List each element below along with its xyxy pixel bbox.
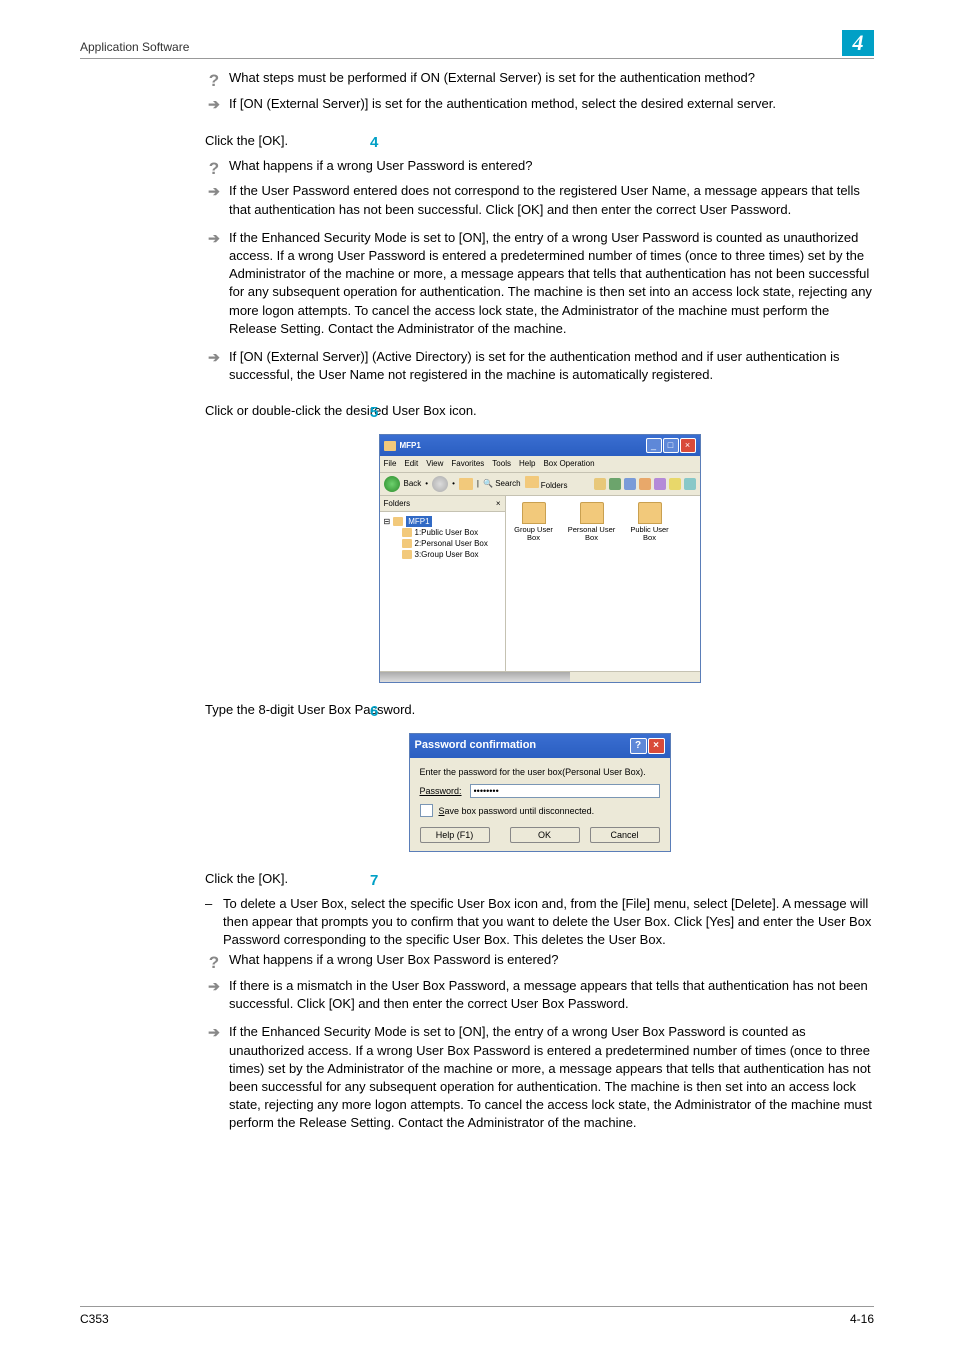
userbox-item[interactable]: Personal User Box: [568, 502, 616, 543]
password-input[interactable]: [470, 784, 660, 798]
back-button[interactable]: [384, 476, 400, 492]
step-number: 6: [370, 701, 378, 722]
userbox-icon: [522, 502, 546, 524]
question-icon: ?: [205, 951, 223, 975]
toolbar-icon[interactable]: [684, 478, 696, 490]
menu-file[interactable]: File: [384, 458, 397, 469]
dialog-titlebar[interactable]: Password confirmation ? ×: [410, 734, 670, 758]
help-button[interactable]: ?: [630, 738, 647, 754]
close-button[interactable]: ×: [680, 438, 696, 453]
close-button[interactable]: ×: [648, 738, 665, 754]
explorer-titlebar[interactable]: MFP1 _ □ ×: [380, 435, 700, 456]
cancel-button[interactable]: Cancel: [590, 827, 660, 843]
password-dialog: Password confirmation ? × Enter the pass…: [409, 733, 671, 853]
tree-root[interactable]: ⊟ MFP1: [384, 516, 501, 527]
menu-edit[interactable]: Edit: [404, 458, 418, 469]
userbox-label: Group User Box: [510, 526, 558, 543]
footer-left: C353: [80, 1311, 109, 1328]
dash-icon: –: [205, 895, 217, 913]
menu-box-operation[interactable]: Box Operation: [543, 458, 594, 469]
answer-text: If [ON (External Server)] is set for the…: [229, 95, 874, 113]
chapter-badge: 4: [842, 30, 874, 56]
answer-text: If the User Password entered does not co…: [229, 182, 874, 218]
folders-pane-close[interactable]: ×: [496, 498, 501, 509]
arrow-icon: ➔: [205, 348, 223, 368]
dialog-title: Password confirmation: [415, 738, 537, 753]
tree-item[interactable]: 3:Group User Box: [402, 549, 501, 560]
answer-text: If there is a mismatch in the User Box P…: [229, 977, 874, 1013]
userbox-icon: [580, 502, 604, 524]
menu-view[interactable]: View: [426, 458, 443, 469]
step-number: 4: [370, 132, 378, 153]
answer-text: If the Enhanced Security Mode is set to …: [229, 229, 874, 338]
toolbar-icon[interactable]: [669, 478, 681, 490]
toolbar-icon[interactable]: [594, 478, 606, 490]
answer-text: If [ON (External Server)] (Active Direct…: [229, 348, 874, 384]
toolbar-icon[interactable]: [654, 478, 666, 490]
menu-help[interactable]: Help: [519, 458, 535, 469]
userbox-label: Public User Box: [626, 526, 674, 543]
save-password-checkbox[interactable]: [420, 804, 433, 817]
maximize-button[interactable]: □: [663, 438, 679, 453]
explorer-title: MFP1: [400, 440, 421, 451]
step-number: 5: [370, 402, 378, 423]
userbox-icon: [638, 502, 662, 524]
answer-text: If the Enhanced Security Mode is set to …: [229, 1023, 874, 1132]
question-text: What happens if a wrong User Password is…: [229, 157, 874, 175]
dialog-prompt: Enter the password for the user box(Pers…: [420, 766, 660, 779]
userbox-label: Personal User Box: [568, 526, 616, 543]
menu-tools[interactable]: Tools: [492, 458, 511, 469]
arrow-icon: ➔: [205, 977, 223, 997]
explorer-window: MFP1 _ □ × File Edit View Favorites Tool…: [379, 434, 701, 682]
arrow-icon: ➔: [205, 95, 223, 115]
tree-item[interactable]: 2:Personal User Box: [402, 538, 501, 549]
arrow-icon: ➔: [205, 229, 223, 249]
minimize-button[interactable]: _: [646, 438, 662, 453]
up-button[interactable]: [459, 478, 473, 490]
ok-button[interactable]: OK: [510, 827, 580, 843]
menu-favorites[interactable]: Favorites: [451, 458, 484, 469]
step-text: Type the 8-digit User Box Password.: [205, 702, 415, 717]
folders-button[interactable]: Folders: [525, 476, 568, 491]
back-label: Back: [404, 478, 422, 489]
question-icon: ?: [205, 69, 223, 93]
folder-icon: [384, 441, 396, 451]
arrow-icon: ➔: [205, 182, 223, 202]
search-button[interactable]: 🔍 Search: [483, 478, 521, 489]
toolbar-icon[interactable]: [639, 478, 651, 490]
explorer-toolbar: Back • • | 🔍 Search Folders: [380, 473, 700, 496]
userbox-item[interactable]: Group User Box: [510, 502, 558, 543]
step-text: Click or double-click the desired User B…: [205, 403, 477, 418]
header-title: Application Software: [80, 39, 189, 56]
question-text: What happens if a wrong User Box Passwor…: [229, 951, 874, 969]
step-number: 7: [370, 870, 378, 891]
note-text: To delete a User Box, select the specifi…: [223, 895, 874, 950]
arrow-icon: ➔: [205, 1023, 223, 1043]
step-text: Click the [OK].: [205, 871, 288, 886]
explorer-statusbar: [380, 671, 700, 682]
question-text: What steps must be performed if ON (Exte…: [229, 69, 874, 87]
toolbar-icon[interactable]: [609, 478, 621, 490]
forward-button[interactable]: [432, 476, 448, 492]
userbox-item[interactable]: Public User Box: [626, 502, 674, 543]
footer-right: 4-16: [850, 1311, 874, 1328]
toolbar-icon[interactable]: [624, 478, 636, 490]
step-text: Click the [OK].: [205, 133, 288, 148]
help-f1-button[interactable]: Help (F1): [420, 827, 490, 843]
password-label: Password:: [420, 785, 462, 798]
save-password-label: Save box password until disconnected.: [439, 805, 595, 818]
tree-item[interactable]: 1:Public User Box: [402, 527, 501, 538]
folders-pane-label: Folders: [384, 498, 411, 509]
explorer-menubar: File Edit View Favorites Tools Help Box …: [380, 456, 700, 472]
question-icon: ?: [205, 157, 223, 181]
